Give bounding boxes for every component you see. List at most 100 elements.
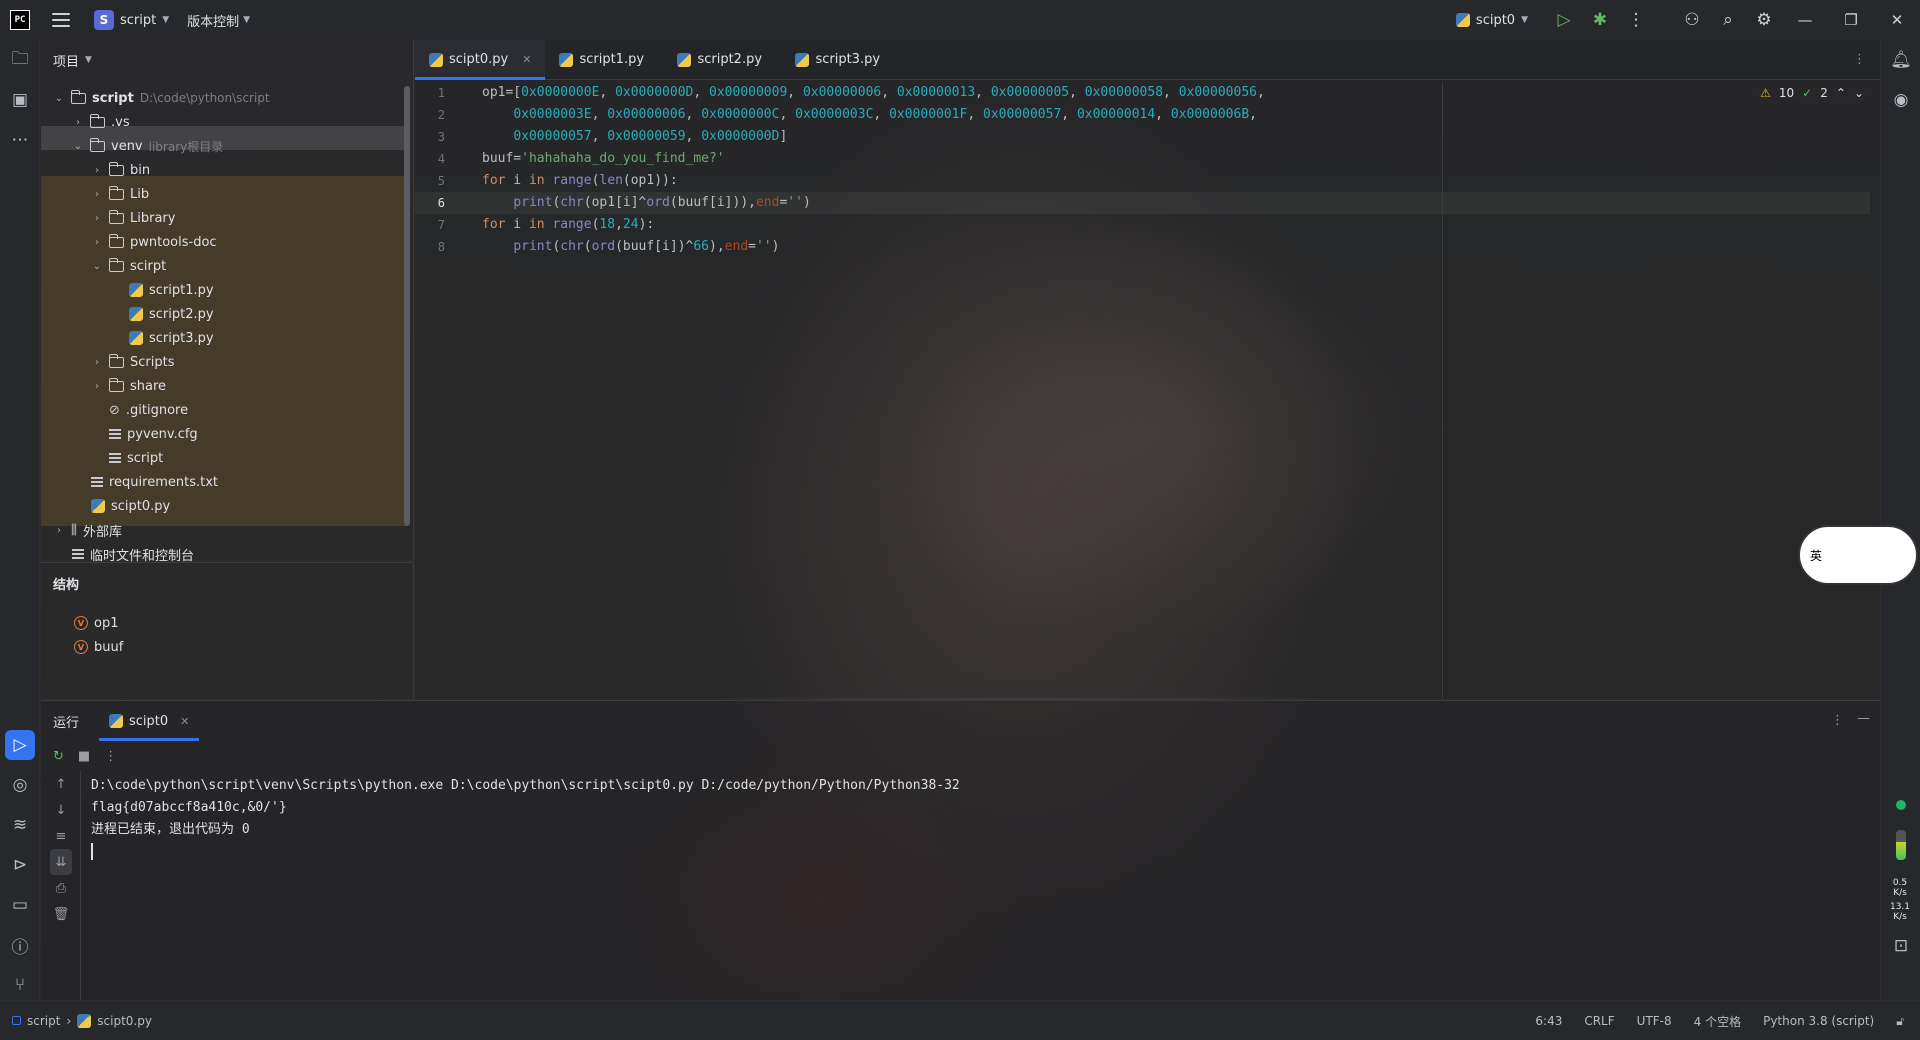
- lock-icon[interactable]: 🔓︎: [1896, 1014, 1904, 1029]
- floating-ime-widget[interactable]: 英: [1798, 525, 1918, 585]
- close-icon[interactable]: ✕: [522, 53, 531, 66]
- project-switcher[interactable]: S script ▼: [94, 10, 169, 30]
- python-console-icon[interactable]: ◎: [0, 765, 40, 805]
- more-icon[interactable]: ⋮: [104, 749, 117, 764]
- chevron-down-icon[interactable]: ⌄: [1854, 86, 1864, 100]
- minimize-button[interactable]: —: [1782, 0, 1828, 40]
- scroll-down-icon[interactable]: ↓: [41, 797, 81, 823]
- project-scrollbar[interactable]: [404, 86, 410, 526]
- warning-icon: ⚠: [1760, 86, 1771, 100]
- problems-icon[interactable]: ⓘ: [0, 925, 40, 965]
- tree-item-script2[interactable]: script2.py: [129, 302, 214, 326]
- tree-item-script-file[interactable]: script: [109, 446, 163, 470]
- rerun-icon[interactable]: ↻: [53, 749, 64, 764]
- tab-scipt0[interactable]: scipt0.py ✕: [415, 39, 546, 80]
- chevron-down-icon: ⌄: [54, 92, 64, 104]
- layers-icon[interactable]: ≋: [0, 805, 40, 845]
- tree-item-external-libs[interactable]: › ⫼ 外部库: [53, 518, 122, 542]
- chevron-right-icon: ›: [95, 356, 99, 368]
- tree-item-venv[interactable]: ⌄ venv library根目录: [72, 134, 223, 158]
- python-icon: [1455, 13, 1470, 27]
- tree-item-scirpt[interactable]: ⌄ scirpt: [91, 254, 166, 278]
- tab-script3[interactable]: script3.py: [781, 40, 899, 80]
- stop-icon[interactable]: ■: [78, 749, 90, 764]
- project-folder-icon[interactable]: 🗀: [0, 40, 40, 80]
- check-count: 2: [1820, 86, 1828, 100]
- python-interpreter[interactable]: Python 3.8 (script): [1763, 1014, 1874, 1028]
- restore-button[interactable]: ❐: [1828, 0, 1874, 40]
- main-menu-icon[interactable]: [52, 13, 70, 27]
- debug-icon[interactable]: ✱: [1582, 0, 1618, 40]
- tree-item-vs[interactable]: › .vs: [72, 110, 130, 134]
- tree-item-label: 外部库: [82, 524, 122, 540]
- services-icon[interactable]: ⊳: [0, 845, 40, 885]
- text-file-icon: [91, 477, 103, 487]
- tree-item-share[interactable]: › share: [91, 374, 166, 398]
- screenshot-icon[interactable]: ⊡: [1881, 926, 1920, 966]
- tree-item-pyvenv-cfg[interactable]: pyvenv.cfg: [109, 422, 198, 446]
- line-number: 4: [437, 152, 445, 166]
- add-user-icon[interactable]: ⚇: [1674, 0, 1710, 40]
- file-encoding[interactable]: UTF-8: [1637, 1014, 1672, 1028]
- tree-item-bin[interactable]: › bin: [91, 158, 150, 182]
- inspection-widget[interactable]: ⚠ 10 ✓ 2 ⌃ ⌄: [1754, 84, 1870, 102]
- net-up-value: 0.5: [1892, 878, 1908, 888]
- scratches-icon: [72, 549, 84, 559]
- run-tab-scipt0[interactable]: scipt0 ✕: [99, 701, 200, 741]
- cursor-position[interactable]: 6:43: [1535, 1014, 1562, 1028]
- soft-wrap-icon[interactable]: ≡: [41, 823, 81, 849]
- folder-icon: [108, 209, 124, 224]
- indent-setting[interactable]: 4 个空格: [1694, 1013, 1741, 1030]
- settings-gear-icon[interactable]: ⚙: [1746, 0, 1782, 40]
- code-content[interactable]: op1=[0x0000000E, 0x0000000D, 0x00000009,…: [482, 82, 1265, 258]
- ai-assistant-icon[interactable]: ◉: [1881, 80, 1920, 120]
- structure-item-op1[interactable]: Vop1: [74, 611, 118, 635]
- tree-item-requirements[interactable]: requirements.txt: [91, 470, 218, 494]
- close-button[interactable]: ✕: [1874, 0, 1920, 40]
- scroll-to-end-icon[interactable]: ⇊: [50, 849, 72, 875]
- run-icon[interactable]: ▷: [1546, 0, 1582, 40]
- tree-item-scipt0[interactable]: scipt0.py: [91, 494, 170, 518]
- tree-item-gitignore[interactable]: ⊘ .gitignore: [109, 398, 188, 422]
- trash-icon[interactable]: 🗑︎: [41, 901, 81, 927]
- tree-item-script3[interactable]: script3.py: [129, 326, 214, 350]
- run-options-icon[interactable]: ⋮: [1831, 713, 1844, 728]
- python-file-icon: [77, 1013, 92, 1028]
- chevron-up-icon[interactable]: ⌃: [1836, 86, 1846, 100]
- more-tools-icon[interactable]: ⋯: [0, 120, 40, 160]
- notifications-bell-icon[interactable]: 🔔︎: [1881, 40, 1920, 80]
- breadcrumb-file[interactable]: scipt0.py: [97, 1014, 152, 1028]
- tabs-more-icon[interactable]: ⋮: [1853, 52, 1866, 67]
- close-icon[interactable]: ✕: [180, 715, 189, 728]
- tab-script1[interactable]: script1.py: [545, 40, 663, 80]
- tree-item-lib[interactable]: › Lib: [91, 182, 149, 206]
- print-icon[interactable]: ⎙: [41, 875, 81, 901]
- scroll-up-icon[interactable]: ↑: [41, 771, 81, 797]
- net-up-speed: 0.5 K/s: [1884, 878, 1916, 898]
- run-config-name: scipt0: [1475, 12, 1516, 28]
- chevron-right-icon: ›: [95, 188, 99, 200]
- tree-item-pwntools-doc[interactable]: › pwntools-doc: [91, 230, 217, 254]
- terminal-icon[interactable]: ▭: [0, 885, 40, 925]
- git-icon[interactable]: ⑂: [0, 965, 40, 1005]
- hide-panel-icon[interactable]: —: [1857, 711, 1870, 726]
- variable-icon: V: [74, 640, 88, 654]
- run-tool-icon[interactable]: ▷: [5, 730, 35, 760]
- line-separator[interactable]: CRLF: [1584, 1014, 1614, 1028]
- tree-item-library[interactable]: › Library: [91, 206, 175, 230]
- tree-item-scripts[interactable]: › Scripts: [91, 350, 174, 374]
- structure-item-buuf[interactable]: Vbuuf: [74, 635, 123, 659]
- more-icon[interactable]: ⋮: [1618, 0, 1654, 40]
- vcs-menu[interactable]: 版本控制 ▼: [187, 11, 250, 30]
- tree-root[interactable]: ⌄ script D:\code\python\script: [53, 86, 270, 110]
- console-output[interactable]: D:\code\python\script\venv\Scripts\pytho…: [91, 775, 960, 863]
- structure-title: 结构: [53, 577, 80, 593]
- console-input-line[interactable]: [91, 841, 960, 863]
- tab-script2[interactable]: script2.py: [663, 40, 781, 80]
- structure-icon[interactable]: ▣: [0, 80, 40, 120]
- breadcrumb-project[interactable]: script: [27, 1014, 60, 1028]
- tree-item-script1[interactable]: script1.py: [129, 278, 214, 302]
- run-config-selector[interactable]: scipt0 ▼: [1455, 12, 1528, 28]
- project-panel-header[interactable]: 项目 ▼: [41, 40, 413, 80]
- search-icon[interactable]: ⌕: [1710, 0, 1746, 40]
